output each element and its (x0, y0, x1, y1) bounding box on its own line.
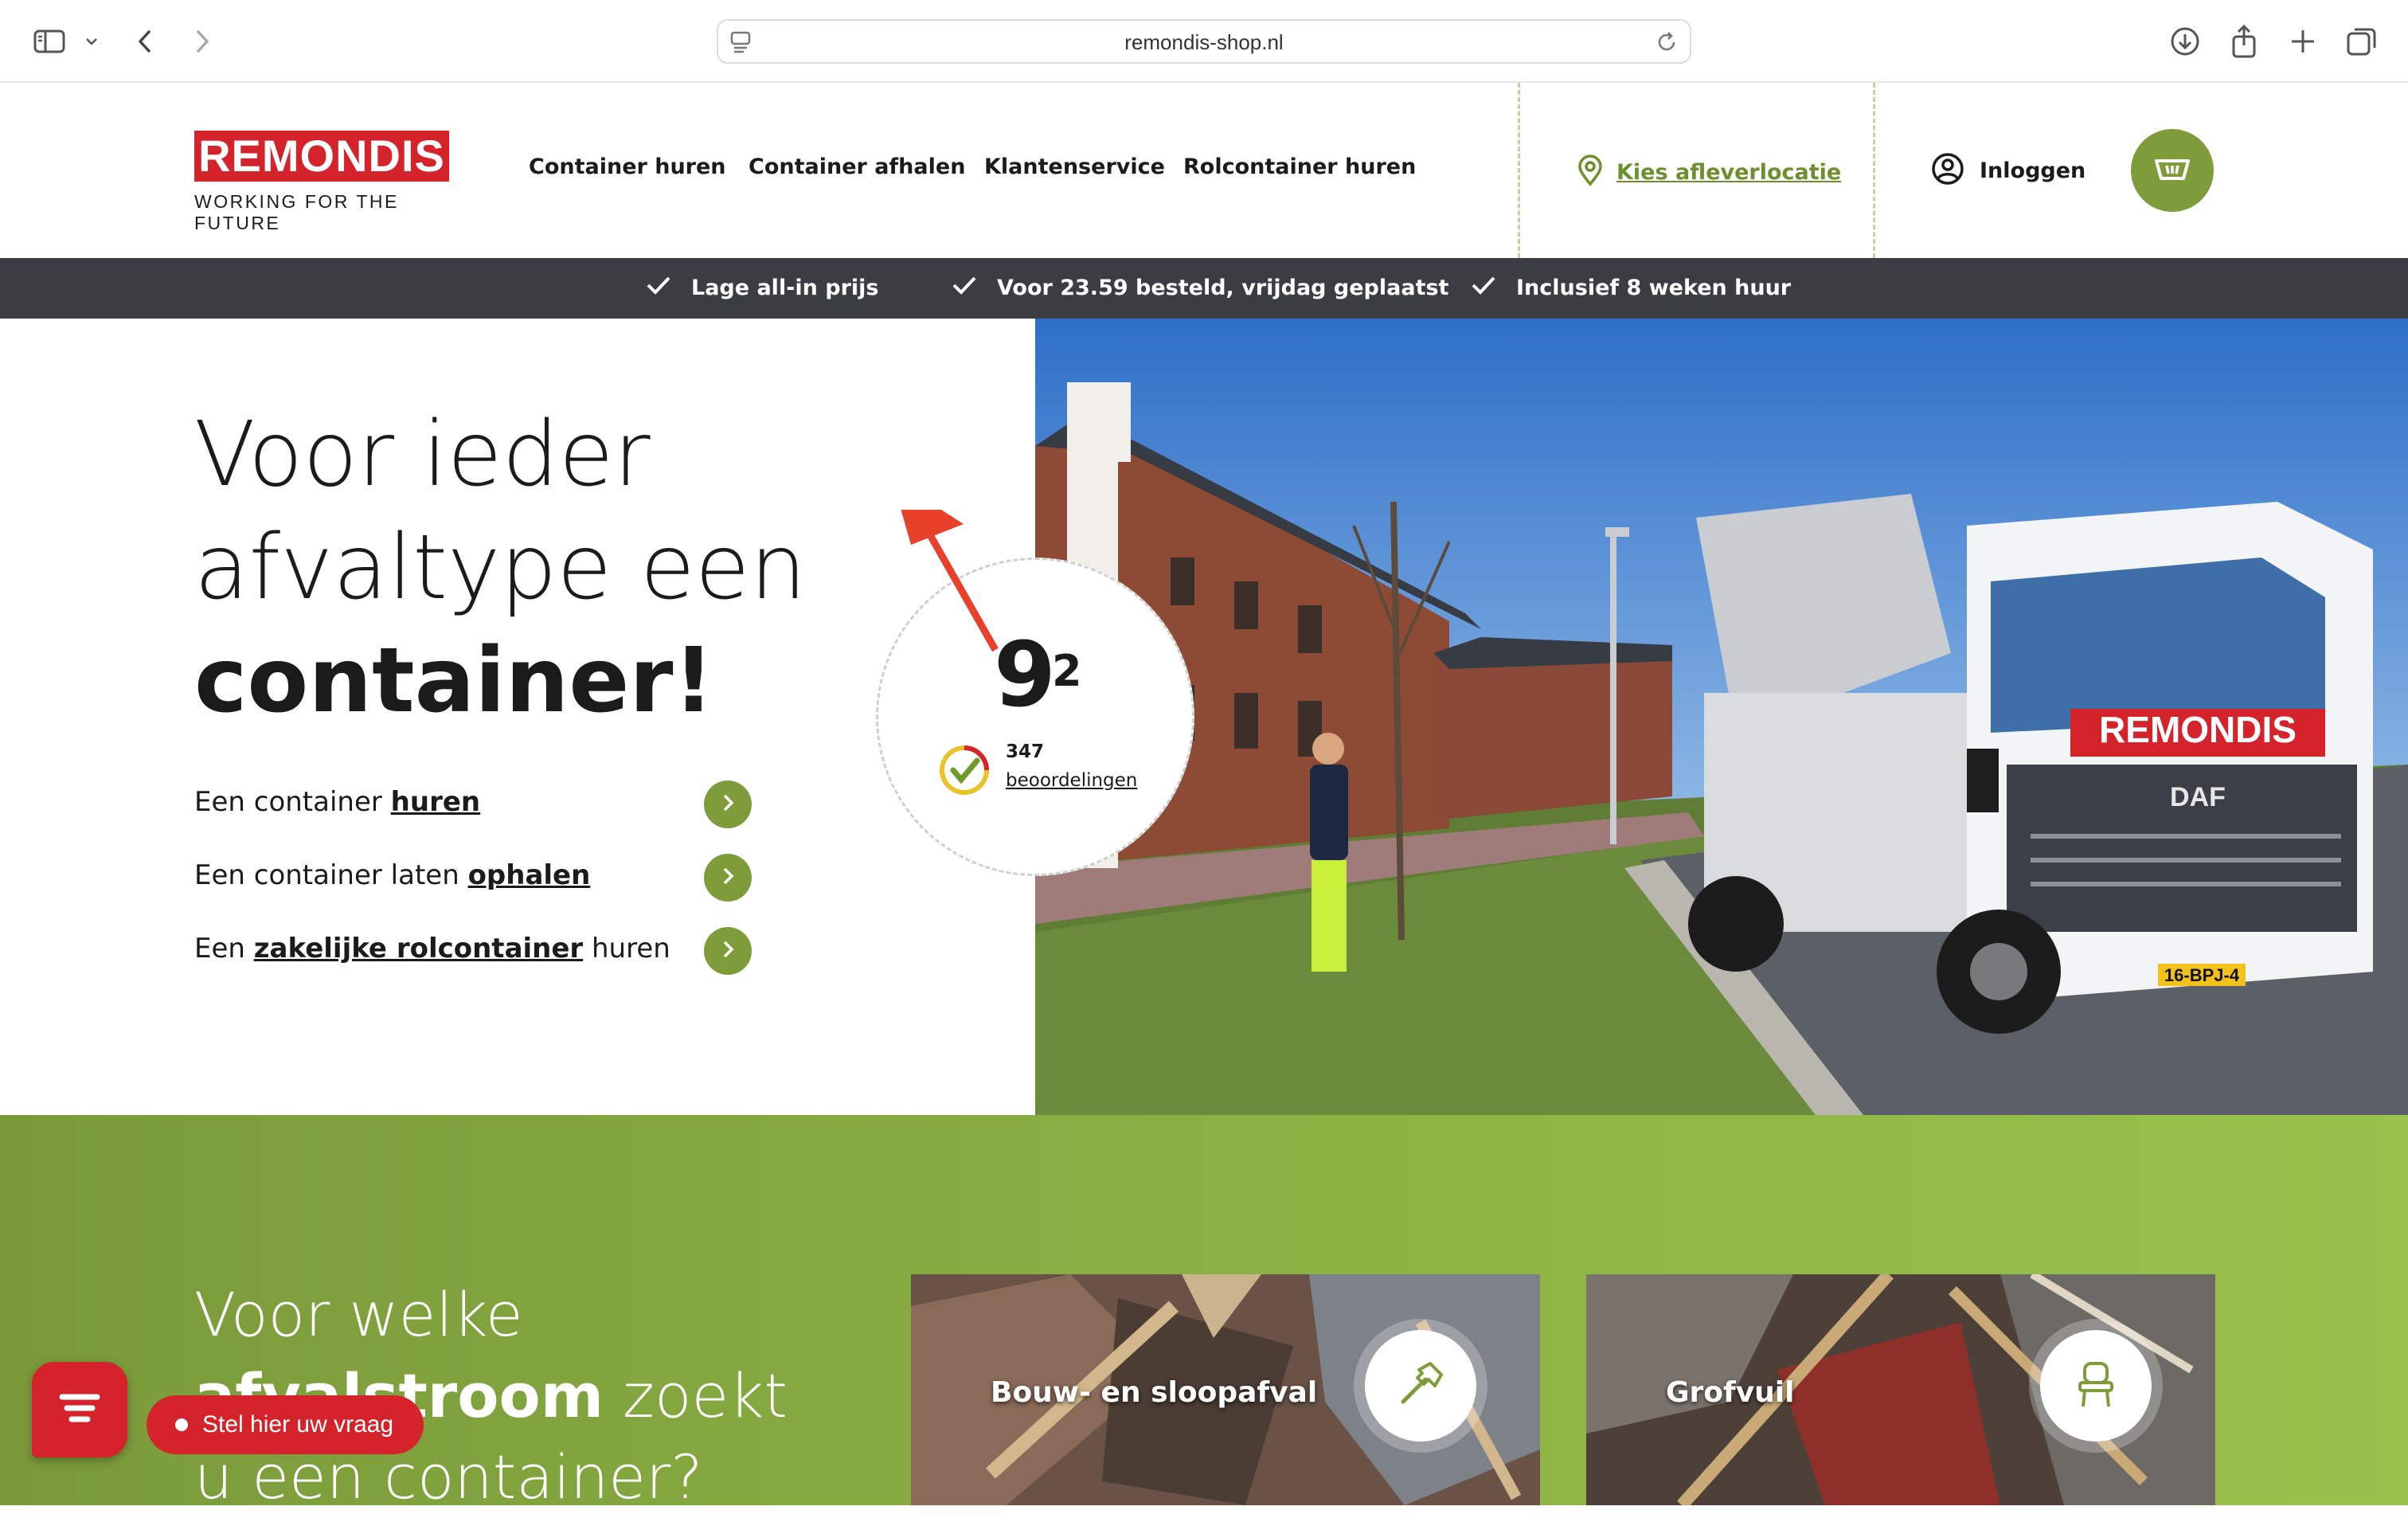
url-text: remondis-shop.nl (1124, 30, 1284, 54)
link-bold-text[interactable]: zakelijke rolcontainer (254, 933, 583, 964)
logo-tagline: WORKING FOR THE FUTURE (194, 191, 399, 233)
reviews-link[interactable]: beoordelingen (1006, 770, 1137, 791)
hero-photo: REMONDIS DAF 16-BPJ-4 (1035, 319, 2408, 1115)
category-label: Bouw- en sloopafval (991, 1376, 1318, 1409)
hero-arrow-button[interactable] (704, 781, 752, 828)
check-icon (645, 274, 672, 302)
back-icon[interactable] (129, 22, 161, 61)
hero-title-line: afvaltype een (194, 516, 807, 620)
divider (1873, 83, 1875, 258)
hero-link-rolcontainer[interactable]: Een zakelijke rolcontainer huren (194, 933, 670, 964)
new-tab-icon[interactable] (2284, 22, 2322, 61)
hero-title-line: Voor ieder (194, 403, 651, 507)
login-label: Inloggen (1980, 158, 2086, 183)
nav-rolcontainer-huren[interactable]: Rolcontainer huren (1183, 155, 1416, 179)
online-dot-icon (175, 1418, 188, 1431)
hero-arrow-button[interactable] (704, 927, 752, 975)
location-label: Kies afleverlocatie (1616, 159, 1842, 185)
chat-menu-icon (56, 1391, 104, 1429)
delivery-location-link[interactable]: Kies afleverlocatie (1577, 155, 1841, 190)
user-icon (1930, 151, 1965, 190)
truck-logo-text: REMONDIS (2099, 709, 2297, 750)
reload-icon[interactable] (1655, 30, 1679, 57)
usp-bar: Lage all-in prijs Voor 23.59 besteld, vr… (0, 258, 2408, 319)
link-text: Een (194, 933, 254, 964)
chevron-down-icon[interactable] (80, 22, 104, 61)
link-text: huren (583, 933, 670, 964)
category-card-bouw[interactable]: Bouw- en sloopafval (911, 1274, 1540, 1505)
remondis-logo[interactable]: REMONDIS WORKING FOR THE FUTURE (194, 131, 449, 234)
check-icon (951, 274, 978, 302)
nav-container-afhalen[interactable]: Container afhalen (749, 155, 965, 179)
chair-icon (2074, 1359, 2118, 1413)
chevron-right-icon (719, 939, 737, 963)
cart-icon (2153, 153, 2191, 188)
annotation-arrow (901, 510, 999, 652)
usp-label: Lage all-in prijs (691, 276, 879, 300)
hammer-icon (1395, 1359, 1446, 1413)
login-link[interactable]: Inloggen (1930, 151, 2086, 190)
site-header: REMONDIS WORKING FOR THE FUTURE Containe… (0, 83, 2408, 258)
chevron-right-icon (719, 792, 737, 816)
sidebar-toggle-icon[interactable] (30, 22, 68, 61)
logo-wordmark: REMONDIS (194, 131, 449, 182)
usp-label: Inclusief 8 weken huur (1516, 276, 1792, 300)
kiyoh-badge-icon (939, 745, 990, 799)
hero-section: Voor ieder afvaltype een container! Een … (0, 319, 2408, 1115)
cart-button[interactable] (2131, 129, 2214, 212)
usp-item: Lage all-in prijs (645, 274, 879, 302)
check-icon (1470, 274, 1497, 302)
chevron-right-icon (719, 866, 737, 890)
usp-label: Voor 23.59 besteld, vrijdag geplaatst (997, 276, 1449, 300)
chat-prompt-label: Stel hier uw vraag (202, 1411, 394, 1438)
chat-prompt[interactable]: Stel hier uw vraag (147, 1395, 424, 1454)
license-plate-text: 16-BPJ-4 (2164, 965, 2240, 985)
share-icon[interactable] (2225, 22, 2263, 61)
category-card-grofvuil[interactable]: Grofvuil (1586, 1274, 2215, 1505)
category-icon-button[interactable] (2040, 1330, 2152, 1442)
link-bold-text[interactable]: ophalen (468, 859, 591, 891)
hero-link-huren[interactable]: Een container huren (194, 786, 480, 818)
address-bar[interactable]: remondis-shop.nl (717, 19, 1691, 64)
link-text: Een container (194, 786, 391, 818)
hero-arrow-button[interactable] (704, 854, 752, 902)
chat-button[interactable] (32, 1362, 127, 1457)
category-label: Grofvuil (1666, 1376, 1795, 1409)
divider (1518, 83, 1520, 258)
tab-overview-icon[interactable] (2343, 22, 2381, 61)
forward-icon[interactable] (186, 22, 218, 61)
nav-container-huren[interactable]: Container huren (529, 155, 726, 179)
browser-toolbar: remondis-shop.nl (0, 0, 2408, 83)
nav-klantenservice[interactable]: Klantenservice (984, 155, 1165, 179)
usp-item: Voor 23.59 besteld, vrijdag geplaatst (951, 274, 1448, 302)
hero-title-line-bold: container! (194, 629, 714, 733)
hero-title: Voor ieder afvaltype een container! (194, 398, 807, 737)
title-text: Voor welke (194, 1279, 523, 1350)
hero-link-ophalen[interactable]: Een container laten ophalen (194, 859, 590, 891)
location-pin-icon (1577, 155, 1604, 190)
category-icon-button[interactable] (1365, 1330, 1476, 1442)
rating-count: 347 (1006, 741, 1045, 762)
link-bold-text[interactable]: huren (391, 786, 480, 818)
downloads-icon[interactable] (2166, 22, 2204, 61)
rating-score-decimal: 2 (1052, 646, 1082, 696)
link-text: Een container laten (194, 859, 468, 891)
truck-make-text: DAF (2170, 782, 2226, 812)
title-text: zoekt (603, 1360, 788, 1431)
usp-item: Inclusief 8 weken huur (1470, 274, 1791, 302)
